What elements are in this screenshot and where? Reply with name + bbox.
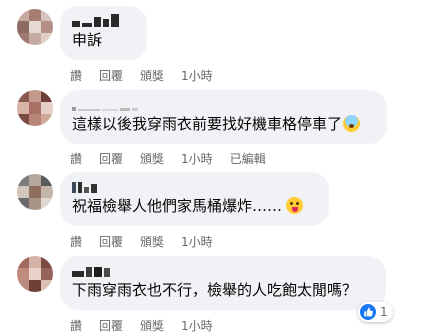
comment-text: 申訴 <box>72 31 103 49</box>
blurred-author-name[interactable] <box>72 263 374 277</box>
avatar-pixel <box>41 186 53 198</box>
comment-text: 這樣以後我穿雨衣前要找好機車格停車了 <box>72 115 375 134</box>
comment-actions: 讚 回覆 頒獎 1小時 <box>70 233 230 250</box>
avatar-pixel <box>41 256 53 268</box>
reply-link[interactable]: 回覆 <box>99 233 123 250</box>
comment-actions: 讚 回覆 頒獎 1小時 <box>70 67 230 84</box>
avatar-pixel <box>29 90 41 102</box>
avatar-pixel <box>29 280 41 292</box>
avatar-pixel <box>41 21 53 33</box>
award-link[interactable]: 頒獎 <box>140 67 164 84</box>
avatar[interactable] <box>17 9 53 45</box>
reply-link[interactable]: 回覆 <box>99 67 123 84</box>
reaction-count[interactable]: 1 <box>358 302 393 322</box>
avatar-pixel <box>41 280 53 292</box>
like-link[interactable]: 讚 <box>70 233 82 250</box>
avatar[interactable] <box>17 256 53 292</box>
avatar-pixel <box>17 90 29 102</box>
award-link[interactable]: 頒獎 <box>140 317 164 334</box>
comment-bubble: 下雨穿雨衣也不行，檢舉的人吃飽太閒嗎？ <box>60 256 386 310</box>
avatar-pixel <box>41 174 53 186</box>
comment-text: 祝福檢舉人他們家馬桶爆炸…… <box>72 197 317 216</box>
like-link[interactable]: 讚 <box>70 317 82 334</box>
avatar-pixel <box>17 280 29 292</box>
avatar-pixel <box>41 198 53 210</box>
timestamp[interactable]: 1小時 <box>181 233 213 250</box>
blurred-author-name[interactable] <box>72 179 317 193</box>
avatar-pixel <box>17 102 29 114</box>
reply-link[interactable]: 回覆 <box>99 317 123 334</box>
avatar-pixel <box>17 21 29 33</box>
comment-actions: 讚 回覆 頒獎 1小時 <box>70 317 230 334</box>
like-link[interactable]: 讚 <box>70 150 82 167</box>
avatar-pixel <box>41 268 53 280</box>
avatar-pixel <box>29 256 41 268</box>
avatar-pixel <box>29 102 41 114</box>
blurred-author-name[interactable] <box>72 97 375 111</box>
anxious-face-emoji-icon <box>343 115 361 132</box>
award-link[interactable]: 頒獎 <box>140 233 164 250</box>
avatar-pixel <box>29 174 41 186</box>
avatar-pixel <box>17 33 29 45</box>
avatar-pixel <box>17 174 29 186</box>
zany-face-emoji-icon <box>286 197 304 214</box>
avatar[interactable] <box>17 90 53 126</box>
avatar[interactable] <box>17 174 53 210</box>
avatar-pixel <box>41 90 53 102</box>
avatar-pixel <box>29 33 41 45</box>
like-link[interactable]: 讚 <box>70 67 82 84</box>
avatar-pixel <box>17 198 29 210</box>
timestamp[interactable]: 1小時 <box>181 317 213 334</box>
avatar-pixel <box>41 102 53 114</box>
avatar-pixel <box>29 9 41 21</box>
comment-text-body: 這樣以後我穿雨衣前要找好機車格停車了 <box>72 115 343 133</box>
comment-bubble: 這樣以後我穿雨衣前要找好機車格停車了 <box>60 90 387 144</box>
blurred-author-name[interactable] <box>72 13 135 27</box>
reaction-count-value: 1 <box>380 305 388 319</box>
avatar-pixel <box>29 114 41 126</box>
like-reaction-icon <box>360 304 376 320</box>
avatar-pixel <box>29 21 41 33</box>
avatar-pixel <box>41 33 53 45</box>
avatar-pixel <box>29 268 41 280</box>
comment-bubble: 祝福檢舉人他們家馬桶爆炸…… <box>60 172 329 226</box>
avatar-pixel <box>17 268 29 280</box>
avatar-pixel <box>17 114 29 126</box>
comment-text-body: 祝福檢舉人他們家馬桶爆炸…… <box>72 197 283 215</box>
edited-label[interactable]: 已編輯 <box>230 150 266 167</box>
reply-link[interactable]: 回覆 <box>99 150 123 167</box>
avatar-pixel <box>17 9 29 21</box>
avatar-pixel <box>17 256 29 268</box>
comment-bubble: 申訴 <box>60 6 147 60</box>
avatar-pixel <box>41 9 53 21</box>
timestamp[interactable]: 1小時 <box>181 150 213 167</box>
timestamp[interactable]: 1小時 <box>181 67 213 84</box>
avatar-pixel <box>29 186 41 198</box>
avatar-pixel <box>17 186 29 198</box>
comment-actions: 讚 回覆 頒獎 1小時 已編輯 <box>70 150 283 167</box>
avatar-pixel <box>29 198 41 210</box>
award-link[interactable]: 頒獎 <box>140 150 164 167</box>
avatar-pixel <box>41 114 53 126</box>
comment-text: 下雨穿雨衣也不行，檢舉的人吃飽太閒嗎？ <box>72 281 358 299</box>
